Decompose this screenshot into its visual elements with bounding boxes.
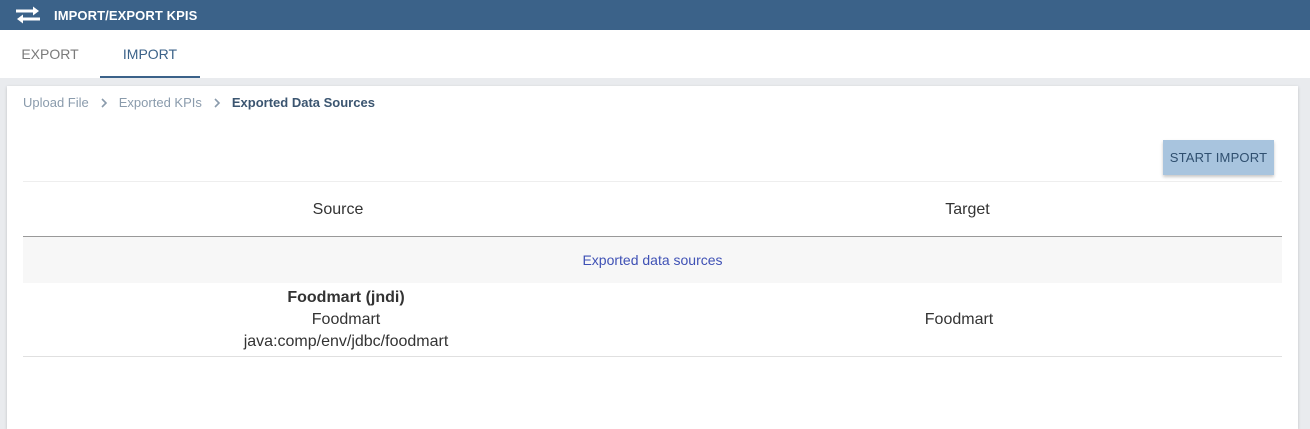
source-name: Foodmart (jndi) <box>287 289 405 306</box>
source-cell: Foodmart (jndi) Foodmart java:comp/env/j… <box>23 283 669 357</box>
swap-arrows-icon <box>16 6 40 24</box>
import-panel: Upload File Exported KPIs Exported Data … <box>7 86 1298 429</box>
tab-export[interactable]: EXPORT <box>0 30 100 78</box>
chevron-right-icon <box>214 97 221 108</box>
source-jndi: java:comp/env/jdbc/foodmart <box>243 333 449 350</box>
data-sources-table: Source Target Exported data sources Food… <box>23 181 1282 357</box>
page-title: IMPORT/EXPORT KPIS <box>54 7 198 23</box>
breadcrumb-exported-kpis[interactable]: Exported KPIs <box>119 95 202 110</box>
breadcrumb: Upload File Exported KPIs Exported Data … <box>23 95 375 110</box>
title-bar: IMPORT/EXPORT KPIS <box>0 0 1310 30</box>
table-header: Source Target <box>23 182 1282 237</box>
breadcrumb-upload-file[interactable]: Upload File <box>23 95 89 110</box>
start-import-button[interactable]: START IMPORT <box>1163 140 1274 175</box>
column-header-source: Source <box>312 200 364 218</box>
tab-bar: EXPORT IMPORT <box>0 30 1310 78</box>
group-header: Exported data sources <box>23 237 1282 283</box>
target-cell[interactable]: Foodmart <box>669 283 1249 357</box>
tab-import[interactable]: IMPORT <box>100 30 200 78</box>
table-row[interactable]: Foodmart (jndi) Foodmart java:comp/env/j… <box>23 283 1282 357</box>
column-header-target: Target <box>945 200 990 218</box>
chevron-right-icon <box>101 97 107 108</box>
source-label: Foodmart <box>311 311 381 328</box>
breadcrumb-exported-data-sources: Exported Data Sources <box>231 95 375 110</box>
